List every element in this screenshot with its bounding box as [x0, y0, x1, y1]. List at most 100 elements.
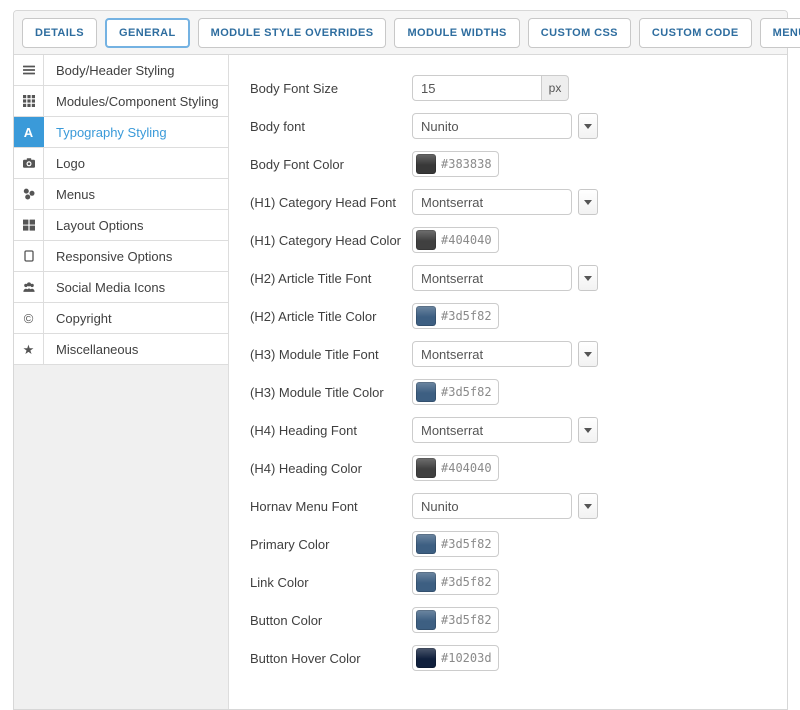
color-swatch[interactable] [416, 534, 436, 554]
tab-bar: DETAILS GENERAL MODULE STYLE OVERRIDES MODU… [14, 11, 800, 55]
sidebar-item-label: Social Media Icons [56, 279, 166, 295]
dropdown-toggle-button[interactable] [578, 265, 598, 291]
h4-heading-color-picker[interactable]: #404040 [412, 455, 499, 481]
sidebar-item-label: Body/Header Styling [56, 62, 175, 78]
field-label: (H2) Article Title Color [250, 308, 377, 324]
field-label: (H4) Heading Color [250, 460, 362, 476]
field-control: #404040 [412, 227, 499, 253]
color-swatch[interactable] [416, 154, 436, 174]
tab-custom-code[interactable]: CUSTOM CODE [638, 17, 752, 48]
color-swatch[interactable] [416, 458, 436, 478]
field-label: Body Font Size [250, 80, 339, 96]
link-color-picker[interactable]: #3d5f82 [412, 569, 499, 595]
field-control: #10203d [412, 645, 499, 671]
form-row-h4-heading-font: (H4) Heading Font Montserrat [250, 417, 787, 443]
dropdown-toggle-button[interactable] [578, 417, 598, 443]
th-large-icon [22, 219, 35, 231]
tab-general[interactable]: GENERAL [105, 17, 190, 48]
field-control: Montserrat [412, 265, 598, 291]
field-label: Button Hover Color [250, 650, 361, 666]
sidebar-item-layout-options[interactable]: Layout Options [14, 210, 228, 241]
hex-value[interactable]: #383838 [441, 157, 492, 171]
color-swatch[interactable] [416, 230, 436, 250]
body-font-color-picker[interactable]: #383838 [412, 151, 499, 177]
form-row-link-color: Link Color #3d5f82 [250, 569, 787, 595]
field-label: (H3) Module Title Color [250, 384, 384, 400]
hex-value[interactable]: #3d5f82 [441, 309, 492, 323]
sidebar-item-logo[interactable]: Logo [14, 148, 228, 179]
h2-article-title-color-picker[interactable]: #3d5f82 [412, 303, 499, 329]
form-row-h2-article-title-font: (H2) Article Title Font Montserrat [250, 265, 787, 291]
sidebar-item-label: Layout Options [56, 217, 144, 233]
tab-label: GENERAL [119, 26, 176, 39]
hornav-menu-font-select[interactable]: Nunito [412, 493, 572, 519]
tab-custom-css[interactable]: CUSTOM CSS [527, 17, 631, 48]
primary-color-picker[interactable]: #3d5f82 [412, 531, 499, 557]
form-row-h3-module-title-font: (H3) Module Title Font Montserrat [250, 341, 787, 367]
h4-heading-font-select[interactable]: Montserrat [412, 417, 572, 443]
tab-label: CUSTOM CODE [651, 26, 739, 39]
hex-value[interactable]: #3d5f82 [441, 537, 492, 551]
h3-module-title-color-picker[interactable]: #3d5f82 [412, 379, 499, 405]
hex-value[interactable]: #3d5f82 [441, 575, 492, 589]
form-row-body-font-size: Body Font Size px [250, 75, 787, 101]
hex-value[interactable]: #10203d [441, 651, 492, 665]
tab-menu-assignment[interactable]: MENU ASSIGNMENT [759, 17, 800, 48]
sidebar-item-responsive-options[interactable]: Responsive Options [14, 241, 228, 272]
dropdown-toggle-button[interactable] [578, 189, 598, 215]
sidebar-item-menus[interactable]: Menus [14, 179, 228, 210]
body-font-select[interactable]: Nunito [412, 113, 572, 139]
body-font-size-input[interactable] [412, 75, 542, 101]
color-swatch[interactable] [416, 382, 436, 402]
selected-value: Nunito [421, 118, 459, 134]
field-label: (H1) Category Head Color [250, 232, 402, 248]
tab-module-style-overrides[interactable]: MODULE STYLE OVERRIDES [197, 17, 387, 48]
sidebar-item-social-media-icons[interactable]: Social Media Icons [14, 272, 228, 303]
tab-details[interactable]: DETAILS [22, 17, 98, 48]
form-row-body-font-color: Body Font Color #383838 [250, 151, 787, 177]
copyright-icon: © [23, 310, 34, 326]
button-color-picker[interactable]: #3d5f82 [412, 607, 499, 633]
color-swatch[interactable] [416, 610, 436, 630]
hex-value[interactable]: #3d5f82 [441, 613, 492, 627]
sidebar-item-label: Modules/Component Styling [56, 93, 219, 109]
dropdown-toggle-button[interactable] [578, 341, 598, 367]
field-label: (H1) Category Head Font [250, 194, 396, 210]
hex-value[interactable]: #404040 [441, 461, 492, 475]
color-swatch[interactable] [416, 306, 436, 326]
sidebar-item-copyright[interactable]: © Copyright [14, 303, 228, 334]
tab-module-widths[interactable]: MODULE WIDTHS [394, 17, 520, 48]
h3-module-title-font-select[interactable]: Montserrat [412, 341, 572, 367]
hex-value[interactable]: #3d5f82 [441, 385, 492, 399]
h1-category-head-color-picker[interactable]: #404040 [412, 227, 499, 253]
dropdown-toggle-button[interactable] [578, 113, 598, 139]
h2-article-title-font-select[interactable]: Montserrat [412, 265, 572, 291]
h1-category-head-font-select[interactable]: Montserrat [412, 189, 572, 215]
form-row-hornav-menu-font: Hornav Menu Font Nunito [250, 493, 787, 519]
hex-value[interactable]: #404040 [441, 233, 492, 247]
field-control: #3d5f82 [412, 379, 499, 405]
selected-value: Montserrat [421, 270, 484, 286]
field-label: Body Font Color [250, 156, 344, 172]
field-label: (H3) Module Title Font [250, 346, 379, 362]
tablet-icon [23, 250, 35, 262]
chevron-down-icon [584, 199, 592, 205]
form-row-h4-heading-color: (H4) Heading Color #404040 [250, 455, 787, 481]
tab-label: DETAILS [35, 26, 85, 39]
color-swatch[interactable] [416, 648, 436, 668]
field-control: Montserrat [412, 417, 598, 443]
sidebar-item-miscellaneous[interactable]: ★ Miscellaneous [14, 334, 228, 365]
form-row-h1-category-head-font: (H1) Category Head Font Montserrat [250, 189, 787, 215]
users-icon [22, 281, 35, 293]
field-control: Montserrat [412, 189, 598, 215]
button-hover-color-picker[interactable]: #10203d [412, 645, 499, 671]
form-row-h2-article-title-color: (H2) Article Title Color #3d5f82 [250, 303, 787, 329]
color-swatch[interactable] [416, 572, 436, 592]
dropdown-toggle-button[interactable] [578, 493, 598, 519]
star-icon: ★ [22, 341, 35, 357]
field-control: Nunito [412, 493, 598, 519]
sidebar-item-modules-component-styling[interactable]: Modules/Component Styling [14, 86, 228, 117]
field-label: Body font [250, 118, 305, 134]
sidebar-item-typography-styling[interactable]: A Typography Styling [14, 117, 228, 148]
sidebar-item-body-header-styling[interactable]: Body/Header Styling [14, 55, 228, 86]
